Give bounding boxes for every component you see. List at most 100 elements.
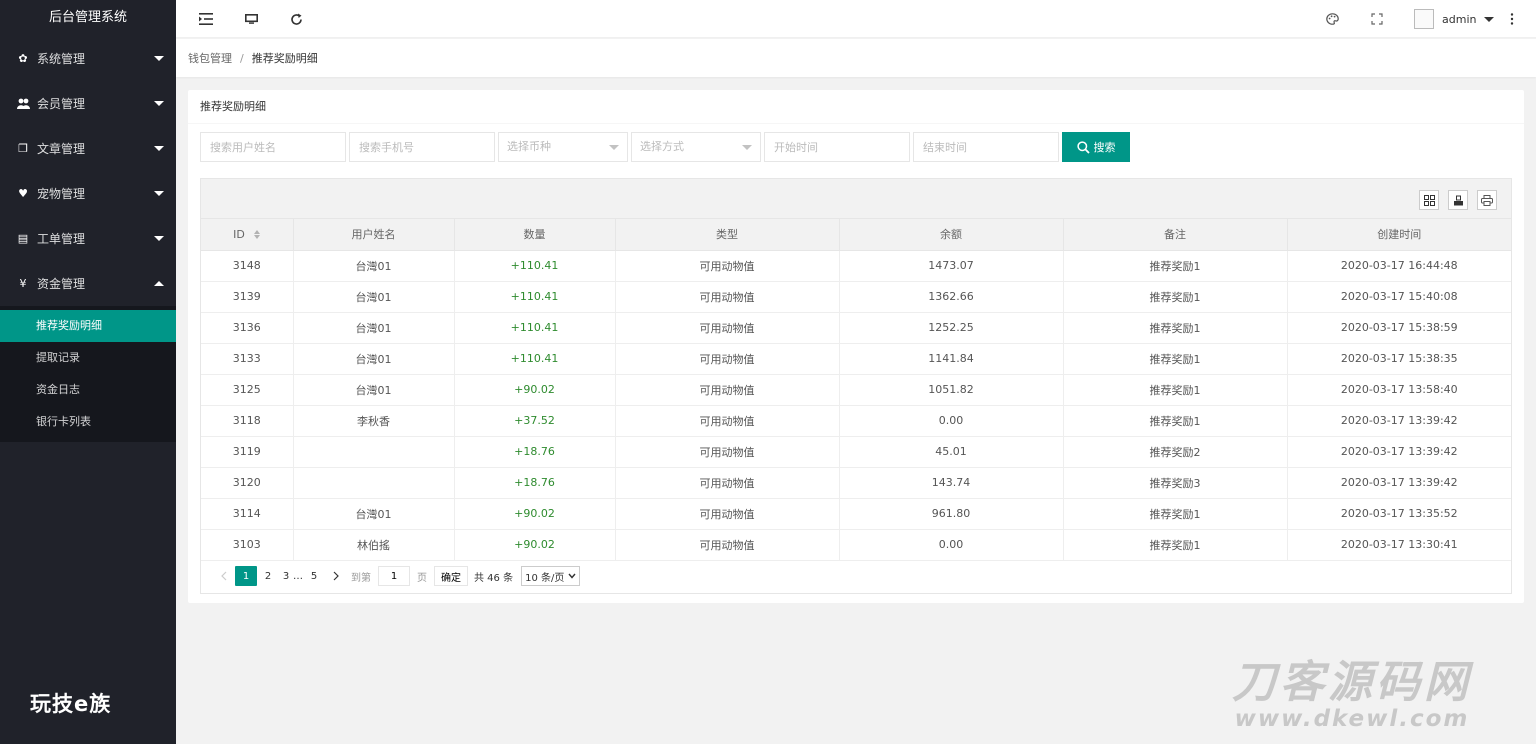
user-menu[interactable]: admin (1414, 9, 1495, 29)
collapse-menu-button[interactable] (196, 9, 216, 29)
sort-icon[interactable] (254, 230, 261, 240)
cell-type: 可用动物值 (615, 281, 840, 313)
cell-created: 2020-03-17 13:30:41 (1287, 529, 1511, 561)
currency-select[interactable]: 选择币种 (498, 132, 628, 162)
cell-quantity: +110.41 (454, 281, 616, 313)
column-header-quantity: 数量 (454, 219, 616, 251)
cell-name (293, 467, 455, 499)
watermark-url: www.dkewl.com (1234, 706, 1470, 732)
search-username-input[interactable] (200, 132, 346, 162)
sidebar-item-label: 工单管理 (37, 232, 86, 246)
column-header-note: 备注 (1063, 219, 1288, 251)
cell-type: 可用动物值 (615, 405, 840, 437)
sidebar-item-label: 会员管理 (37, 97, 86, 111)
cell-balance: 45.01 (839, 436, 1064, 468)
page-1-button[interactable]: 1 (235, 566, 257, 586)
cell-note: 推荐奖励1 (1063, 374, 1288, 406)
cell-balance: 1252.25 (839, 312, 1064, 344)
table-row: 3119 +18.76 可用动物值 45.01 推荐奖励2 2020-03-17… (201, 436, 1511, 468)
table-row: 3120 +18.76 可用动物值 143.74 推荐奖励3 2020-03-1… (201, 467, 1511, 499)
sidebar-item-articles[interactable]: ❐ 文章管理 (0, 126, 176, 171)
sidebar-item-funds[interactable]: ¥ 资金管理 (0, 261, 176, 306)
sidebar-item-label: 文章管理 (37, 142, 86, 156)
cell-quantity: +18.76 (454, 467, 616, 499)
page-3-button[interactable]: 3 (279, 566, 293, 586)
gear-icon: ✿ (18, 52, 28, 65)
goto-confirm-button[interactable]: 确定 (434, 566, 468, 586)
page-ellipsis: … (293, 570, 303, 582)
frontend-button[interactable] (241, 9, 261, 29)
watermark-title: 刀客源码网 (1232, 657, 1472, 708)
column-header-label: ID (233, 227, 245, 241)
search-icon (1076, 140, 1090, 154)
chevron-down-icon (154, 146, 164, 151)
yen-icon: ¥ (19, 277, 27, 290)
table-row: 3133 台灣01 +110.41 可用动物值 1141.84 推荐奖励1 20… (201, 343, 1511, 375)
table-toolbar (201, 179, 1511, 219)
cell-name: 台灣01 (293, 281, 455, 313)
chevron-down-icon (568, 573, 576, 579)
theme-button[interactable] (1322, 9, 1342, 29)
user-name: admin (1442, 12, 1477, 26)
sidebar-subitem-fund-log[interactable]: 资金日志 (0, 374, 176, 406)
page-5-button[interactable]: 5 (303, 566, 325, 586)
next-page-button[interactable] (325, 566, 347, 586)
cell-name: 台灣01 (293, 312, 455, 344)
sidebar-item-pets[interactable]: ♥ 宠物管理 (0, 171, 176, 216)
method-select[interactable]: 选择方式 (631, 132, 761, 162)
export-button[interactable] (1448, 190, 1468, 210)
export-icon (1453, 195, 1463, 205)
cell-balance: 143.74 (839, 467, 1064, 499)
search-phone-input[interactable] (349, 132, 495, 162)
cell-id: 3125 (201, 374, 294, 406)
refresh-button[interactable] (286, 9, 306, 29)
chevron-right-icon (333, 571, 339, 581)
breadcrumb-parent[interactable]: 钱包管理 (188, 50, 232, 66)
print-button[interactable] (1477, 190, 1497, 210)
table-row: 3103 林伯搖 +90.02 可用动物值 0.00 推荐奖励1 2020-03… (201, 529, 1511, 561)
cell-created: 2020-03-17 13:39:42 (1287, 436, 1511, 468)
cell-id: 3133 (201, 343, 294, 375)
sidebar-item-label: 资金管理 (37, 277, 86, 291)
breadcrumb: 钱包管理 / 推荐奖励明细 (176, 39, 1536, 77)
cell-created: 2020-03-17 15:38:35 (1287, 343, 1511, 375)
more-options-button[interactable] (1502, 9, 1522, 29)
cell-created: 2020-03-17 15:40:08 (1287, 281, 1511, 313)
chevron-left-icon (221, 571, 227, 581)
cell-name: 台灣01 (293, 250, 455, 282)
sidebar-subitem-referral-rewards[interactable]: 推荐奖励明细 (0, 310, 176, 342)
sidebar-item-members[interactable]: 会员管理 (0, 81, 176, 126)
cell-balance: 1141.84 (839, 343, 1064, 375)
column-header-type: 类型 (615, 219, 840, 251)
sidebar-item-tickets[interactable]: ▤ 工单管理 (0, 216, 176, 261)
start-time-input[interactable] (764, 132, 910, 162)
goto-page-input[interactable] (378, 566, 410, 586)
prev-page-button[interactable] (213, 566, 235, 586)
avatar (1414, 9, 1434, 29)
cell-note: 推荐奖励1 (1063, 250, 1288, 282)
columns-filter-button[interactable] (1419, 190, 1439, 210)
column-header-created: 创建时间 (1287, 219, 1511, 251)
end-time-input[interactable] (913, 132, 1059, 162)
chevron-down-icon (154, 56, 164, 61)
sidebar-item-label: 系统管理 (37, 52, 86, 66)
cell-id: 3148 (201, 250, 294, 282)
cell-quantity: +37.52 (454, 405, 616, 437)
search-button[interactable]: 搜索 (1062, 132, 1130, 162)
breadcrumb-separator: / (240, 51, 244, 65)
cell-id: 3136 (201, 312, 294, 344)
sidebar-subitem-bank-cards[interactable]: 银行卡列表 (0, 406, 176, 438)
chevron-down-icon (154, 236, 164, 241)
table-row: 3148 台灣01 +110.41 可用动物值 1473.07 推荐奖励1 20… (201, 250, 1511, 282)
sidebar-item-system[interactable]: ✿ 系统管理 (0, 36, 176, 81)
cell-id: 3120 (201, 467, 294, 499)
fullscreen-button[interactable] (1367, 9, 1387, 29)
cell-id: 3114 (201, 498, 294, 530)
column-header-id[interactable]: ID (201, 219, 294, 251)
more-vertical-icon (1510, 13, 1514, 25)
sidebar-subitem-withdrawals[interactable]: 提取记录 (0, 342, 176, 374)
cell-note: 推荐奖励3 (1063, 467, 1288, 499)
page-2-button[interactable]: 2 (257, 566, 279, 586)
page-size-select[interactable]: 10 条/页 (521, 566, 581, 586)
table-row: 3114 台灣01 +90.02 可用动物值 961.80 推荐奖励1 2020… (201, 498, 1511, 530)
